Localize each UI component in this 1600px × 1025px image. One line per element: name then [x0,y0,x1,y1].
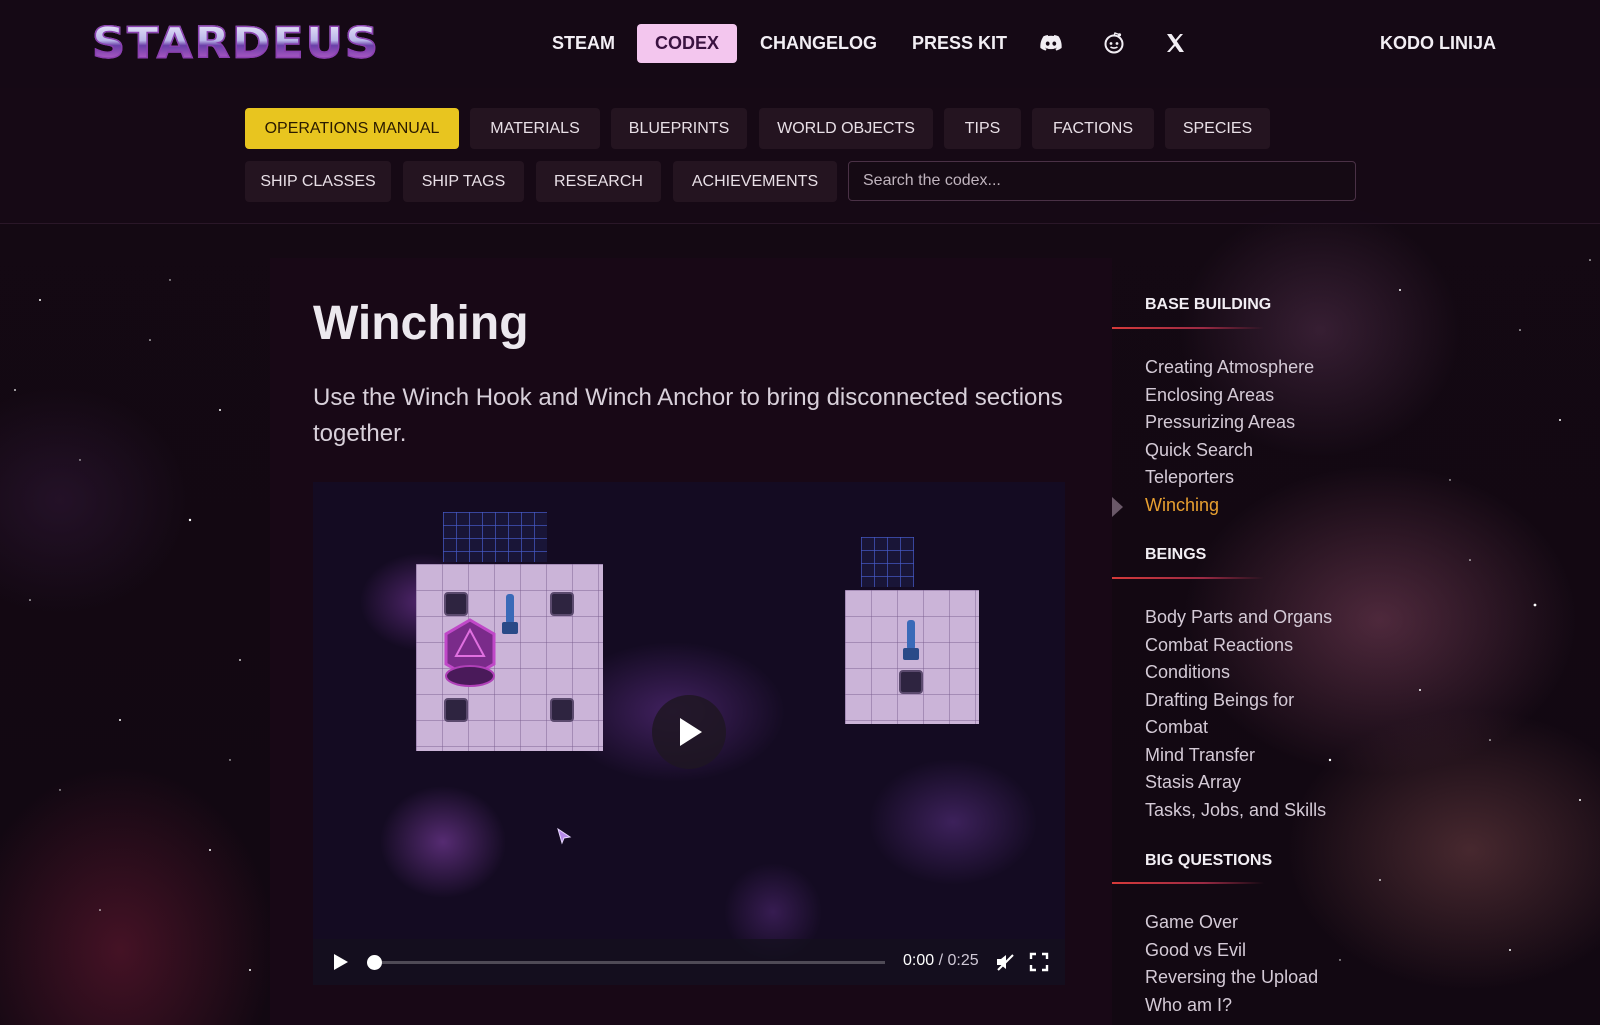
ship-section-right [845,590,979,724]
sidebar-item-game-over[interactable]: Game Over [1145,909,1318,937]
tab-achievements[interactable]: ACHIEVEMENTS [673,161,837,202]
winch-hook-icon [502,594,518,634]
nav-changelog[interactable]: CHANGELOG [760,24,877,63]
section-divider [1112,577,1264,579]
discord-icon[interactable] [1039,31,1063,55]
reddit-icon[interactable] [1102,31,1126,55]
fullscreen-icon[interactable] [1029,952,1049,975]
play-icon[interactable] [333,953,349,974]
sidebar-item-tasks-jobs-skills[interactable]: Tasks, Jobs, and Skills [1145,797,1332,825]
video-player[interactable]: 0:00 / 0:25 [313,482,1065,985]
video-controls: 0:00 / 0:25 [313,939,1065,985]
ship-section-left [416,564,603,751]
blueprint-overlay-right [861,537,914,587]
seek-handle[interactable] [367,955,382,970]
sidebar-item-stasis-array[interactable]: Stasis Array [1145,769,1332,797]
tab-world-objects[interactable]: WORLD OBJECTS [759,108,933,149]
article-lede: Use the Winch Hook and Winch Anchor to b… [313,384,1063,447]
nav-press-kit[interactable]: PRESS KIT [912,24,1007,63]
sidebar-list-base-building: Creating Atmosphere Enclosing Areas Pres… [1145,354,1314,519]
tab-operations-manual[interactable]: OPERATIONS MANUAL [245,108,459,149]
page-title: Winching [313,297,529,350]
sidebar-item-drafting-beings-cont[interactable]: Combat [1145,714,1332,742]
section-divider [1112,327,1264,329]
stardeus-logo[interactable]: STARDEUS [91,17,384,68]
sidebar-item-conditions[interactable]: Conditions [1145,659,1332,687]
tab-research[interactable]: RESEARCH [536,161,661,202]
video-time: 0:00 / 0:25 [903,952,979,969]
nav-codex[interactable]: CODEX [637,24,738,63]
sidebar-item-combat-reactions[interactable]: Combat Reactions [1145,632,1332,660]
sidebar-item-who-am-i[interactable]: Who am I? [1145,992,1318,1020]
sidebar-item-teleporters[interactable]: Teleporters [1145,464,1314,492]
sidebar-item-enclosing-areas[interactable]: Enclosing Areas [1145,382,1314,410]
winch-anchor-icon [903,620,919,660]
seek-bar[interactable] [375,961,885,964]
tab-tips[interactable]: TIPS [944,108,1021,149]
tab-materials[interactable]: MATERIALS [470,108,600,149]
sidebar-heading-base-building: BASE BUILDING [1145,296,1272,313]
codex-search-input[interactable] [848,161,1356,201]
tab-ship-tags[interactable]: SHIP TAGS [403,161,524,202]
section-divider [1112,882,1264,884]
sidebar-list-beings: Body Parts and Organs Combat Reactions C… [1145,604,1332,824]
sidebar-item-reversing-upload[interactable]: Reversing the Upload [1145,964,1318,992]
big-play-button[interactable] [652,695,726,769]
x-icon[interactable] [1163,31,1187,55]
sidebar-item-good-vs-evil[interactable]: Good vs Evil [1145,937,1318,965]
tab-species[interactable]: SPECIES [1165,108,1270,149]
user-account-link[interactable]: KODO LINIJA [1380,24,1496,63]
mute-icon[interactable] [995,952,1015,975]
nav-steam[interactable]: STEAM [552,24,615,63]
duration: 0:25 [947,952,979,969]
game-cursor-icon [557,827,572,845]
reactor-machine-icon [444,618,496,687]
sidebar-item-quick-search[interactable]: Quick Search [1145,437,1314,465]
sidebar-item-creating-atmosphere[interactable]: Creating Atmosphere [1145,354,1314,382]
current-section-marker [1112,497,1123,517]
blueprint-overlay [443,512,547,562]
tab-ship-classes[interactable]: SHIP CLASSES [245,161,391,202]
sidebar-item-pressurizing-areas[interactable]: Pressurizing Areas [1145,409,1314,437]
sidebar-list-big-questions: Game Over Good vs Evil Reversing the Upl… [1145,909,1318,1019]
sidebar-item-winching[interactable]: Winching [1145,492,1314,520]
sidebar-heading-beings: BEINGS [1145,546,1207,563]
tab-factions[interactable]: FACTIONS [1032,108,1154,149]
sidebar-item-mind-transfer[interactable]: Mind Transfer [1145,742,1332,770]
sidebar-heading-big-questions: BIG QUESTIONS [1145,852,1273,869]
sidebar-item-body-parts[interactable]: Body Parts and Organs [1145,604,1332,632]
tab-blueprints[interactable]: BLUEPRINTS [611,108,747,149]
sidebar-item-drafting-beings[interactable]: Drafting Beings for [1145,687,1332,715]
current-time: 0:00 [903,952,935,969]
